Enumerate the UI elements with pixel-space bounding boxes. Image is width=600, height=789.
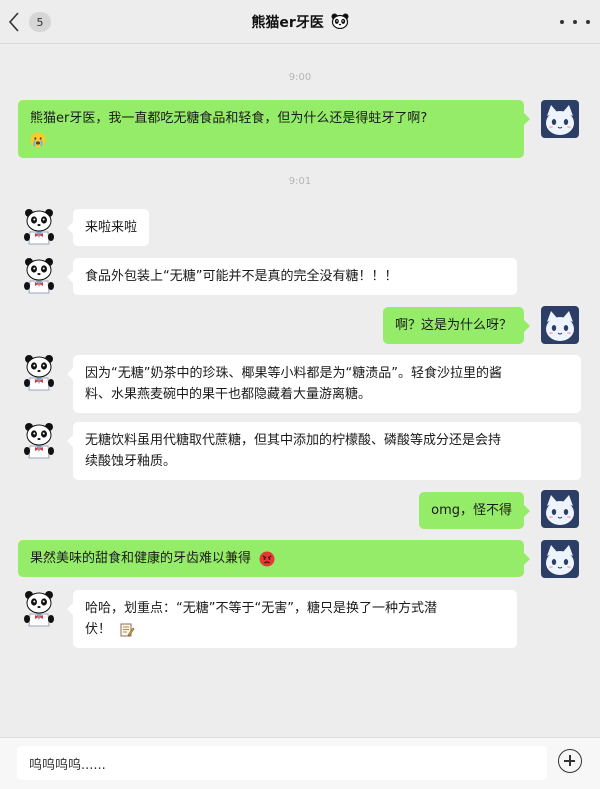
back-button[interactable]: [4, 10, 24, 34]
message-input[interactable]: 呜呜呜呜......: [17, 746, 547, 780]
message-bubble[interactable]: omg，怪不得: [419, 492, 530, 529]
panda-doctor-avatar[interactable]: [20, 422, 58, 460]
panda-doctor-avatar[interactable]: [20, 590, 58, 628]
chat-title-wrap: 熊猫er牙医: [150, 12, 450, 32]
message-bubble[interactable]: 果然美味的甜食和健康的牙齿难以兼得: [18, 540, 530, 577]
memo-icon: [120, 623, 135, 636]
panda-doctor-avatar-icon: [20, 590, 58, 628]
crying-face-icon: [30, 132, 46, 147]
chevron-left-icon: [8, 12, 19, 32]
chat-header: 5 熊猫er牙医: [0, 0, 600, 44]
panda-doctor-avatar-icon: [20, 257, 58, 295]
chat-title: 熊猫er牙医: [251, 15, 324, 31]
panda-doctor-avatar-icon: [20, 422, 58, 460]
message-text-line: 无糖饮料虽用代糖取代蔗糖，但其中添加的柠檬酸、磷酸等成分还是会持: [85, 433, 502, 448]
timestamp: 9:01: [288, 176, 312, 187]
panda-doctor-avatar[interactable]: [20, 257, 58, 295]
cat-avatar[interactable]: [541, 100, 579, 138]
cat-avatar-icon: [541, 490, 579, 528]
message-text: 啊？这是为什么呀？: [394, 318, 512, 333]
message-bubble[interactable]: 啊？这是为什么呀？: [382, 307, 531, 344]
message-bubble[interactable]: 哈哈，划重点：“无糖”不等于“无害”，糖只是换了一种方式潜 伏！: [67, 590, 517, 648]
message-text-line-wrap: 伏！: [85, 619, 505, 640]
dot-icon: [560, 20, 564, 24]
message-text-line: 料、水果燕麦碗中的果干也都隐藏着大量游离糖。: [85, 387, 372, 402]
cat-avatar[interactable]: [541, 306, 579, 344]
message-bubble[interactable]: 熊猫er牙医，我一直都吃无糖食品和轻食，但为什么还是得蛀牙了啊?: [18, 100, 530, 158]
message-text-line: 哈哈，划重点：“无糖”不等于“无害”，糖只是换了一种方式潜: [85, 601, 437, 616]
cat-avatar-icon: [541, 540, 579, 578]
panda-doctor-avatar[interactable]: [20, 354, 58, 392]
angry-face-icon: [259, 551, 275, 566]
panda-face-icon: [331, 13, 349, 30]
message-text-line: 因为“无糖”奶茶中的珍珠、椰果等小料都是为“糖渍品”。轻食沙拉里的酱: [85, 366, 502, 381]
panda-doctor-avatar-icon: [20, 354, 58, 392]
add-attachment-button[interactable]: [558, 749, 582, 773]
message-bubble[interactable]: 因为“无糖”奶茶中的珍珠、椰果等小料都是为“糖渍品”。轻食沙拉里的酱 料、水果燕…: [67, 355, 581, 413]
message-bubble[interactable]: 食品外包装上“无糖”可能并不是真的完全没有糖！！！: [67, 258, 517, 295]
panda-doctor-avatar[interactable]: [20, 208, 58, 246]
message-text: 食品外包装上“无糖”可能并不是真的完全没有糖！！！: [85, 269, 398, 284]
message-text-line: 伏！: [85, 622, 112, 637]
message-list[interactable]: 9:00 熊猫er牙医，我一直都吃无糖食品和轻食，但为什么还是得蛀牙了啊? 9:…: [0, 44, 600, 737]
message-text: 熊猫er牙医，我一直都吃无糖食品和轻食，但为什么还是得蛀牙了啊?: [30, 111, 428, 126]
dot-icon: [586, 20, 590, 24]
cat-avatar[interactable]: [541, 490, 579, 528]
message-bubble[interactable]: 来啦来啦: [66, 209, 150, 246]
unread-count-badge[interactable]: 5: [29, 12, 51, 32]
message-text: 来啦来啦: [85, 220, 138, 235]
message-text: 果然美味的甜食和健康的牙齿难以兼得: [30, 551, 252, 566]
input-bar: 呜呜呜呜......: [0, 737, 600, 789]
message-text: omg，怪不得: [431, 503, 512, 518]
cat-avatar-icon: [541, 100, 579, 138]
cat-avatar[interactable]: [541, 540, 579, 578]
panda-doctor-avatar-icon: [20, 208, 58, 246]
timestamp: 9:00: [288, 72, 312, 83]
message-text-line: 续酸蚀牙釉质。: [85, 454, 177, 469]
dot-icon: [573, 20, 577, 24]
cat-avatar-icon: [541, 306, 579, 344]
more-options-button[interactable]: [560, 12, 590, 32]
message-bubble[interactable]: 无糖饮料虽用代糖取代蔗糖，但其中添加的柠檬酸、磷酸等成分还是会持 续酸蚀牙釉质。: [67, 422, 581, 480]
